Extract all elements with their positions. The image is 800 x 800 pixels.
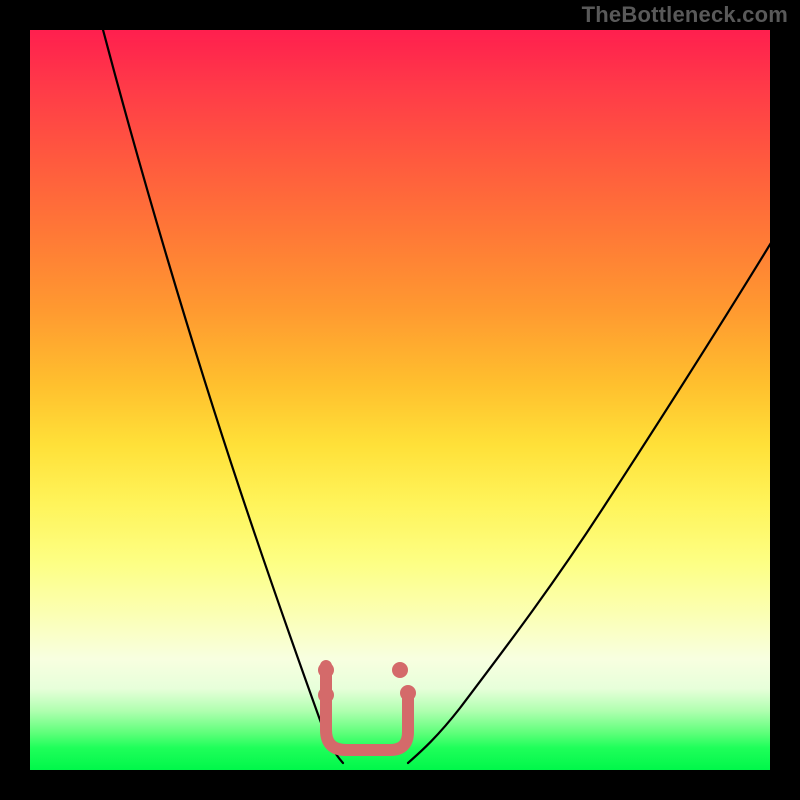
curve-overlay xyxy=(30,30,770,770)
curve-dot xyxy=(318,687,334,703)
left-curve xyxy=(102,30,343,763)
watermark-text: TheBottleneck.com xyxy=(582,2,788,28)
plot-area xyxy=(30,30,770,770)
curve-dot xyxy=(318,662,334,678)
curve-dot xyxy=(392,662,408,678)
curve-dot xyxy=(400,685,416,701)
right-curve xyxy=(408,238,770,763)
valley-u-shape xyxy=(326,666,408,750)
chart-frame: TheBottleneck.com xyxy=(0,0,800,800)
